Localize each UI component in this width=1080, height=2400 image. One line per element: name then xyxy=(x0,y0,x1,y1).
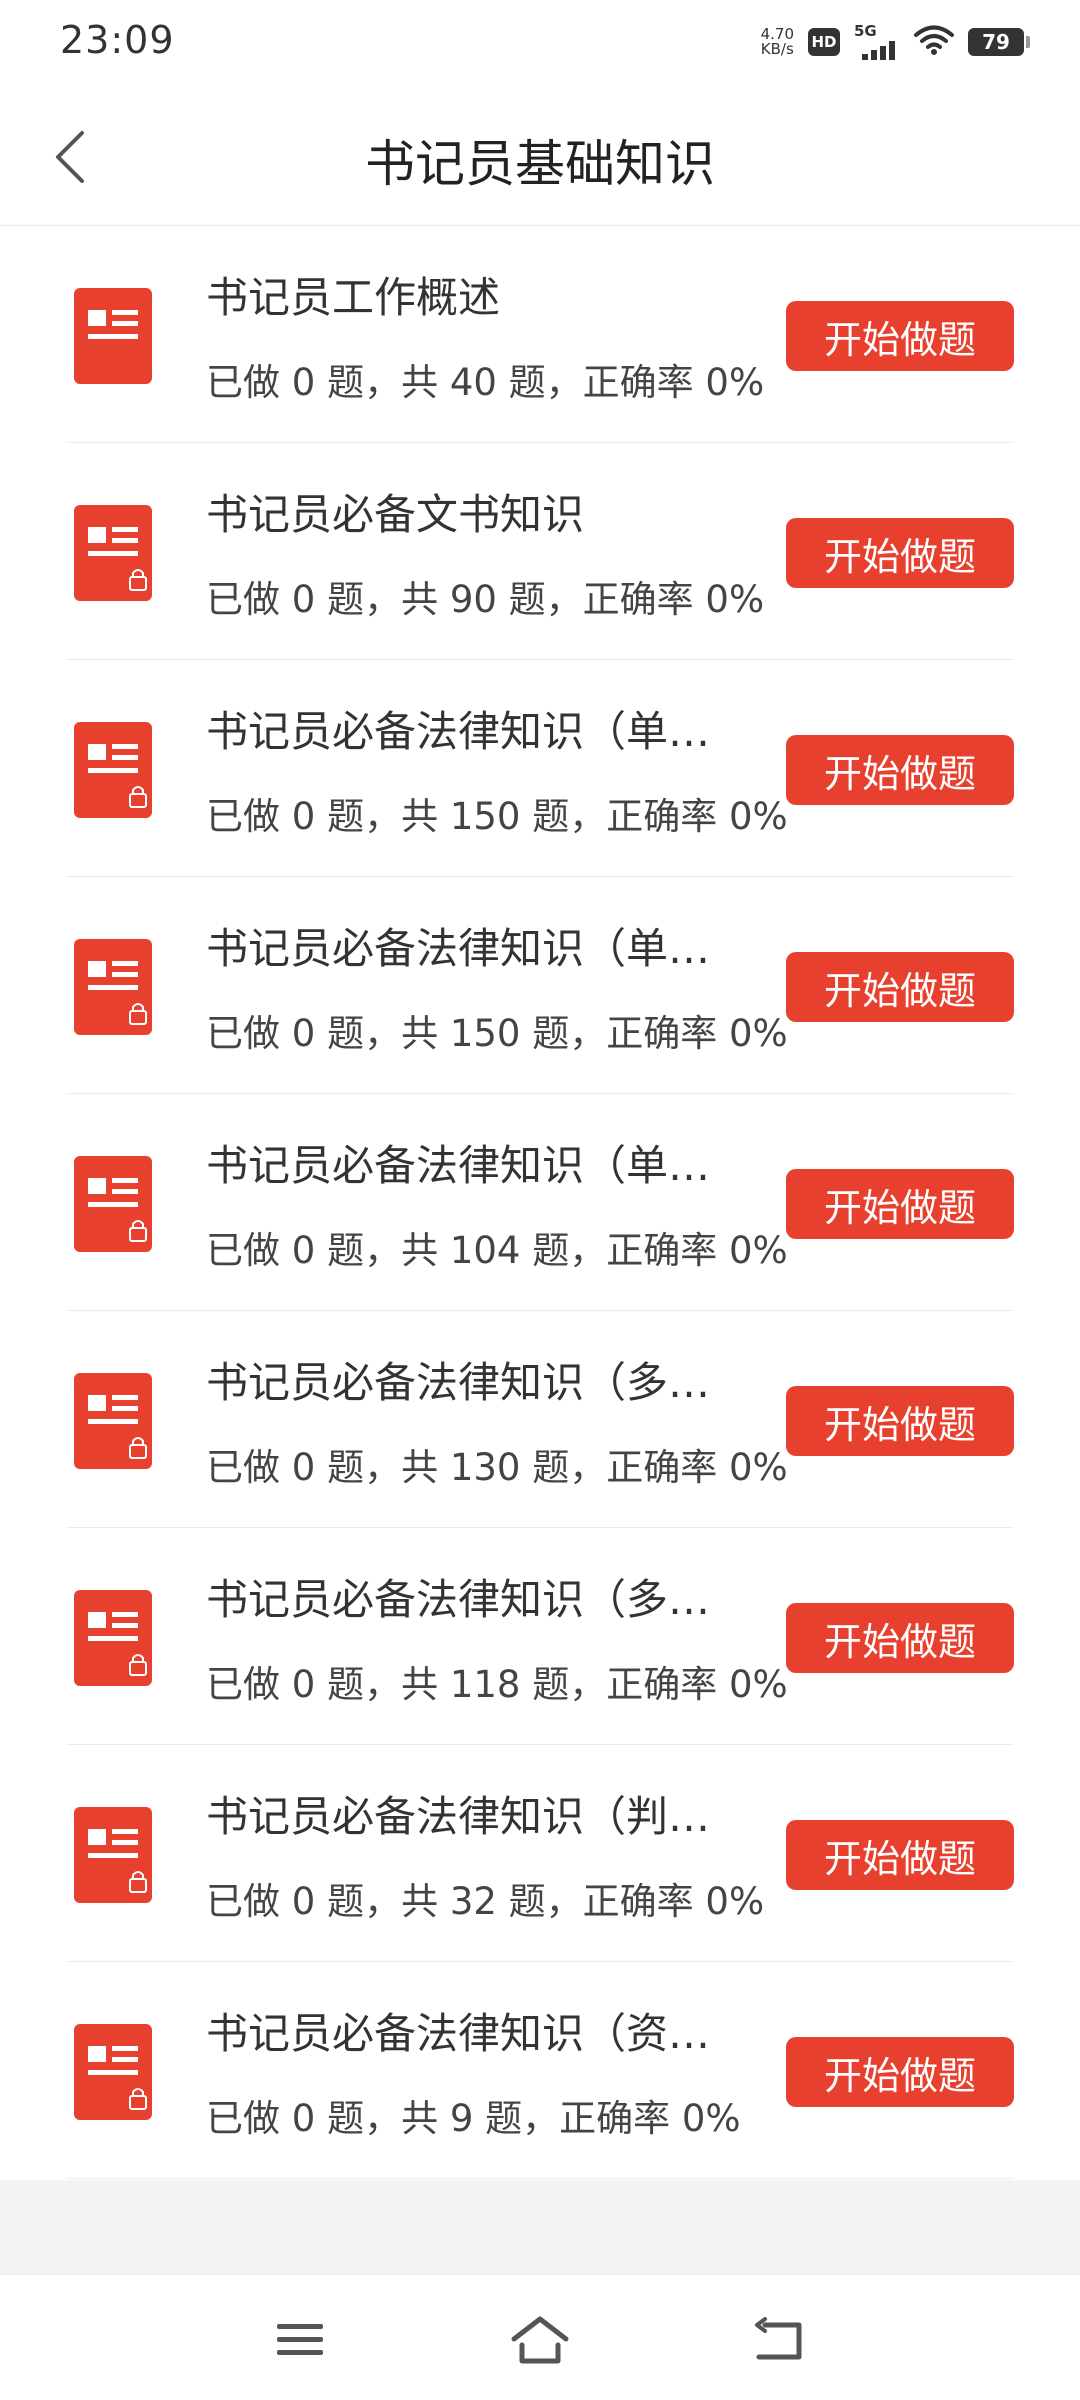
item-title: 书记员必备法律知识（资… xyxy=(206,2009,711,2058)
locked-document-icon xyxy=(74,939,152,1035)
item-title: 书记员必备法律知识（单… xyxy=(206,1141,711,1190)
locked-document-icon xyxy=(74,722,152,818)
start-quiz-button[interactable]: 开始做题 xyxy=(786,1820,1014,1890)
network-speed-unit: KB/s xyxy=(760,40,794,58)
item-stats: 已做 0 题，共 130 题，正确率 0% xyxy=(206,1446,788,1489)
document-icon xyxy=(74,288,152,384)
network-type: 5G xyxy=(854,22,877,40)
locked-document-icon xyxy=(74,1590,152,1686)
back-icon xyxy=(755,2317,802,2360)
page-title: 书记员基础知识 xyxy=(365,135,715,193)
item-title: 书记员必备法律知识（多… xyxy=(206,1575,711,1624)
home-button[interactable] xyxy=(505,2305,575,2375)
status-icons: 4.70 KB/s HD 5G 79 xyxy=(761,20,1030,64)
list-item[interactable]: 书记员必备法律知识（多… 已做 0 题，共 118 题，正确率 0% 开始做题 xyxy=(66,1528,1014,1745)
menu-button[interactable] xyxy=(265,2305,335,2375)
list-footer-space xyxy=(0,2180,1080,2274)
item-stats: 已做 0 题，共 32 题，正确率 0% xyxy=(206,1880,765,1923)
start-quiz-button[interactable]: 开始做题 xyxy=(786,518,1014,588)
start-quiz-button[interactable]: 开始做题 xyxy=(786,1169,1014,1239)
locked-document-icon xyxy=(74,505,152,601)
list-item[interactable]: 书记员必备法律知识（多… 已做 0 题，共 130 题，正确率 0% 开始做题 xyxy=(66,1311,1014,1528)
status-bar: 23:09 4.70 KB/s HD 5G 79 xyxy=(0,0,1080,84)
start-quiz-button[interactable]: 开始做题 xyxy=(786,2037,1014,2107)
wifi-icon xyxy=(914,24,954,60)
menu-icon xyxy=(277,2324,323,2355)
list-item[interactable]: 书记员必备法律知识（单… 已做 0 题，共 150 题，正确率 0% 开始做题 xyxy=(66,877,1014,1094)
item-stats: 已做 0 题，共 90 题，正确率 0% xyxy=(206,578,765,621)
start-quiz-button[interactable]: 开始做题 xyxy=(786,301,1014,371)
header: 书记员基础知识 xyxy=(0,84,1080,226)
locked-document-icon xyxy=(74,1156,152,1252)
list-item[interactable]: 书记员必备法律知识（单… 已做 0 题，共 150 题，正确率 0% 开始做题 xyxy=(66,660,1014,877)
list-item[interactable]: 书记员必备法律知识（单… 已做 0 题，共 104 题，正确率 0% 开始做题 xyxy=(66,1094,1014,1311)
list-item[interactable]: 书记员工作概述 已做 0 题，共 40 题，正确率 0% 开始做题 xyxy=(66,226,1014,443)
list-item[interactable]: 书记员必备法律知识（资… 已做 0 题，共 9 题，正确率 0% 开始做题 xyxy=(66,1962,1014,2179)
network-speed: 4.70 KB/s xyxy=(761,27,794,57)
start-quiz-button[interactable]: 开始做题 xyxy=(786,1603,1014,1673)
hd-icon: HD xyxy=(808,28,840,56)
item-title: 书记员必备法律知识（判… xyxy=(206,1792,711,1841)
item-stats: 已做 0 题，共 40 题，正确率 0% xyxy=(206,361,765,404)
item-title: 书记员必备法律知识（单… xyxy=(206,924,711,973)
status-time: 23:09 xyxy=(60,18,175,62)
item-title: 书记员必备文书知识 xyxy=(206,490,585,539)
battery-level: 79 xyxy=(982,30,1010,54)
list-item[interactable]: 书记员必备法律知识（判… 已做 0 题，共 32 题，正确率 0% 开始做题 xyxy=(66,1745,1014,1962)
item-title: 书记员工作概述 xyxy=(206,273,501,322)
locked-document-icon xyxy=(74,1807,152,1903)
item-title: 书记员必备法律知识（单… xyxy=(206,707,711,756)
signal-icon: 5G xyxy=(854,22,900,60)
list-item[interactable]: 书记员必备文书知识 已做 0 题，共 90 题，正确率 0% 开始做题 xyxy=(66,443,1014,660)
item-title: 书记员必备法律知识（多… xyxy=(206,1358,711,1407)
start-quiz-button[interactable]: 开始做题 xyxy=(786,735,1014,805)
item-stats: 已做 0 题，共 150 题，正确率 0% xyxy=(206,795,788,838)
item-stats: 已做 0 题，共 150 题，正确率 0% xyxy=(206,1012,788,1055)
item-stats: 已做 0 题，共 118 题，正确率 0% xyxy=(206,1663,788,1706)
battery-icon: 79 xyxy=(968,28,1030,56)
quiz-list: 书记员工作概述 已做 0 题，共 40 题，正确率 0% 开始做题 书记员必备文… xyxy=(0,226,1080,2242)
locked-document-icon xyxy=(74,2024,152,2120)
home-icon xyxy=(511,2316,569,2364)
item-stats: 已做 0 题，共 9 题，正确率 0% xyxy=(206,2097,741,2140)
item-stats: 已做 0 题，共 104 题，正确率 0% xyxy=(206,1229,788,1272)
start-quiz-button[interactable]: 开始做题 xyxy=(786,952,1014,1022)
nav-back-button[interactable] xyxy=(745,2305,815,2375)
locked-document-icon xyxy=(74,1373,152,1469)
start-quiz-button[interactable]: 开始做题 xyxy=(786,1386,1014,1456)
system-nav-bar xyxy=(0,2274,1080,2400)
